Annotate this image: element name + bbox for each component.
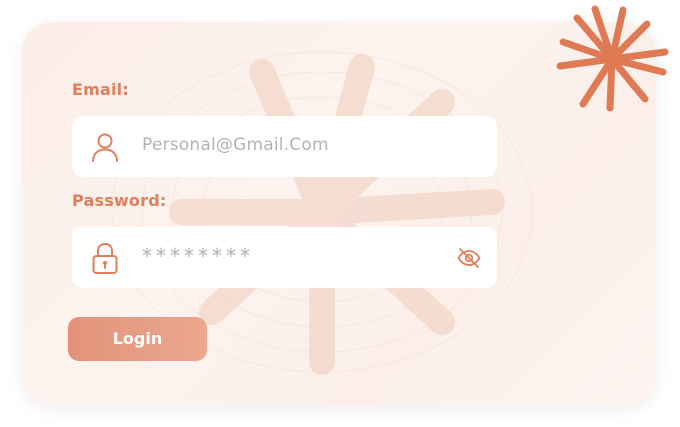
password-label: Password: [72, 191, 167, 210]
starburst-icon [556, 5, 669, 112]
email-placeholder: Personal@Gmail.Com [142, 135, 329, 155]
login-button[interactable]: Login [68, 317, 207, 361]
eye-slash-icon[interactable] [457, 247, 481, 269]
email-label: Email: [72, 80, 129, 99]
user-icon [92, 133, 118, 162]
lock-icon [92, 242, 118, 274]
password-field[interactable]: ******** [72, 227, 497, 288]
login-screen: Email: Personal@Gmail.Com Password: ****… [0, 0, 680, 427]
email-field[interactable]: Personal@Gmail.Com [72, 116, 497, 177]
password-value: ******** [142, 244, 254, 268]
